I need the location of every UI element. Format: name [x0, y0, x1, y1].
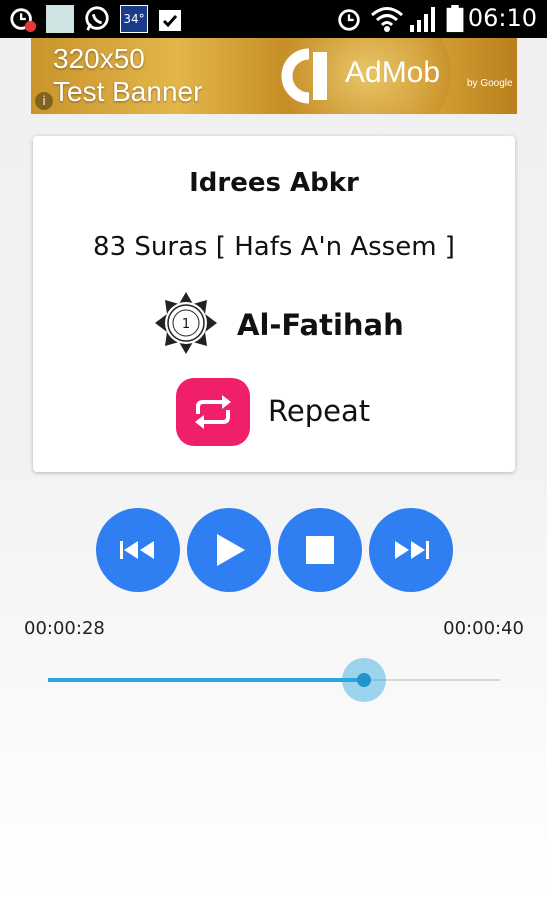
- clipboard-check-icon: [159, 10, 181, 31]
- repeat-label: Repeat: [268, 394, 371, 428]
- surah-name: Al-Fatihah: [237, 308, 404, 342]
- repeat-button[interactable]: [176, 378, 250, 446]
- play-button[interactable]: [187, 508, 271, 592]
- admob-logo-icon: [281, 48, 327, 104]
- seek-progress: [48, 678, 365, 682]
- riwaya-text: 83 Suras [ Hafs A'n Assem ]: [93, 232, 455, 262]
- next-icon: [395, 541, 429, 559]
- ad-title-text: Test Banner: [53, 76, 203, 107]
- surah-number: 1: [182, 317, 190, 332]
- surah-row: 1 Al-Fatihah: [153, 290, 413, 360]
- repeat-icon: [195, 395, 231, 429]
- stop-button[interactable]: [278, 508, 362, 592]
- previous-button[interactable]: [96, 508, 180, 592]
- alarm-notification-icon: [10, 8, 37, 33]
- weather-icon: 34°: [120, 5, 148, 33]
- alarm-icon: [338, 9, 360, 31]
- elapsed-time: 00:00:28: [24, 618, 105, 639]
- repeat-row[interactable]: Repeat: [176, 378, 416, 448]
- clock: 06:10: [467, 4, 537, 32]
- previous-icon: [120, 541, 154, 559]
- surah-ornament-icon: 1: [155, 292, 217, 354]
- gallery-icon: [46, 5, 74, 33]
- battery-icon: [446, 5, 464, 33]
- ad-brand: AdMob: [345, 56, 441, 89]
- reciter-name: Idrees Abkr: [189, 168, 359, 198]
- ad-size-text: 320x50: [53, 43, 145, 74]
- play-icon: [217, 534, 245, 566]
- wifi-icon: [371, 7, 403, 32]
- status-bar: 34° 06:10: [0, 0, 547, 38]
- stop-icon: [306, 536, 334, 564]
- signal-icon: [410, 7, 435, 32]
- ad-by-google: by Google: [467, 78, 513, 89]
- ad-info-icon[interactable]: i: [35, 92, 53, 110]
- total-time: 00:00:40: [443, 618, 524, 639]
- next-button[interactable]: [369, 508, 453, 592]
- ad-banner[interactable]: 320x50 Test Banner i AdMob by Google: [31, 38, 517, 114]
- player-card: Idrees Abkr 83 Suras [ Hafs A'n Assem ] …: [33, 136, 515, 472]
- whatsapp-icon: [85, 6, 109, 31]
